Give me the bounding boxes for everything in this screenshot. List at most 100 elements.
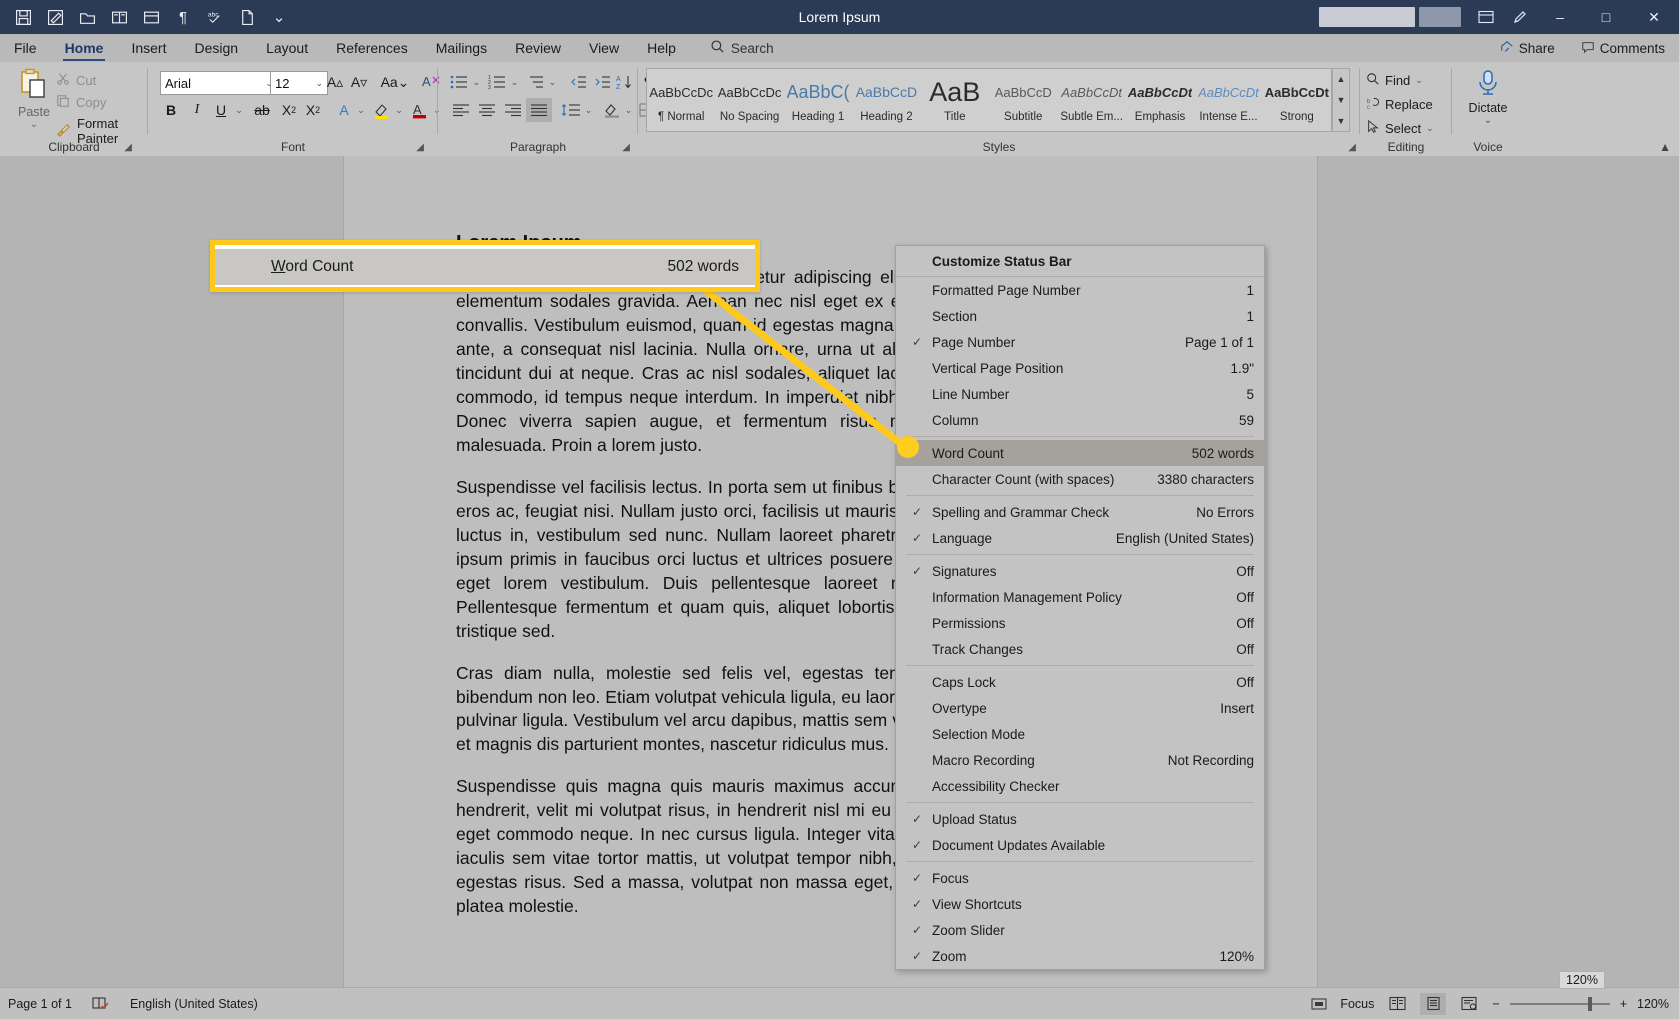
shrink-font-icon[interactable]: A▿ xyxy=(348,71,370,93)
replace-button[interactable]: bc Replace xyxy=(1366,96,1433,113)
tab-review[interactable]: Review xyxy=(501,34,575,62)
styles-gallery[interactable]: AaBbCcDc ¶ Normal AaBbCcDc No Spacing AaBb… xyxy=(646,68,1332,132)
line-spacing-icon[interactable] xyxy=(558,98,584,122)
dictate-button[interactable]: Dictate ⌄ xyxy=(1462,68,1514,126)
maximize-button[interactable]: □ xyxy=(1583,0,1629,34)
proofing-errors-icon[interactable] xyxy=(90,994,112,1014)
open-folder-icon[interactable] xyxy=(72,4,102,30)
read-mode-view-button[interactable] xyxy=(1384,993,1410,1015)
paragraph-dialog-launcher-icon[interactable]: ◢ xyxy=(622,142,630,153)
menu-item[interactable]: ✓ Upload Status xyxy=(896,806,1264,832)
text-effects-chevron-down-icon[interactable]: ⌄ xyxy=(354,98,368,122)
share-button[interactable]: Share xyxy=(1492,38,1563,59)
menu-item[interactable]: ✓ Page Number Page 1 of 1 xyxy=(896,329,1264,355)
menu-item[interactable]: Track Changes Off xyxy=(896,636,1264,662)
font-name-combo[interactable]: Arial ⌄ xyxy=(160,71,278,95)
style-heading-1[interactable]: AaBbC(Heading 1 xyxy=(784,69,852,131)
cut-button[interactable]: Cut xyxy=(56,72,96,89)
quick-access-toolbar[interactable]: ¶ abc ⌄ xyxy=(0,4,294,30)
print-preview-icon[interactable] xyxy=(136,4,166,30)
style-strong[interactable]: AaBbCcDt Strong xyxy=(1263,69,1331,131)
menu-item[interactable]: ✓ Spelling and Grammar Check No Errors xyxy=(896,499,1264,525)
text-effects-icon[interactable]: A xyxy=(332,98,356,122)
paste-chevron-down-icon[interactable]: ⌄ xyxy=(8,119,60,130)
customize-qat-chevron-down-icon[interactable]: ⌄ xyxy=(264,4,294,30)
multilevel-list-icon[interactable] xyxy=(524,71,546,93)
clipboard-dialog-launcher-icon[interactable]: ◢ xyxy=(124,142,132,153)
pen-icon[interactable] xyxy=(1503,0,1537,34)
numbering-icon[interactable]: 123 xyxy=(486,71,508,93)
style-subtitle[interactable]: AaBbCcD Subtitle xyxy=(989,69,1057,131)
zoom-slider-thumb[interactable] xyxy=(1587,996,1592,1011)
bullets-icon[interactable] xyxy=(448,71,470,93)
chevron-down-icon[interactable]: ⌄ xyxy=(315,78,323,89)
menu-item[interactable]: Word Count 502 words xyxy=(896,440,1264,466)
dictate-chevron-down-icon[interactable]: ⌄ xyxy=(1462,115,1514,126)
close-button[interactable]: ✕ xyxy=(1629,0,1679,34)
grow-font-icon[interactable]: A▵ xyxy=(324,71,346,93)
align-left-icon[interactable] xyxy=(448,98,474,122)
menu-item[interactable]: ✓ Language English (United States) xyxy=(896,525,1264,551)
scroll-up-icon[interactable]: ▲ xyxy=(1337,69,1346,89)
align-right-icon[interactable] xyxy=(500,98,526,122)
menu-item[interactable]: ✓ Focus xyxy=(896,865,1264,891)
menu-item[interactable]: Macro Recording Not Recording xyxy=(896,747,1264,773)
collapse-ribbon-icon[interactable]: ▲ xyxy=(1659,140,1671,154)
menu-item[interactable]: Character Count (with spaces) 3380 charac… xyxy=(896,466,1264,492)
menu-item[interactable]: ✓ Document Updates Available xyxy=(896,832,1264,858)
select-button[interactable]: Select ⌄ xyxy=(1366,119,1434,137)
menu-item[interactable]: Section 1 xyxy=(896,303,1264,329)
font-size-combo[interactable]: 12 ⌄ xyxy=(270,71,328,95)
menu-item[interactable]: ✓ Signatures Off xyxy=(896,558,1264,584)
increase-indent-icon[interactable] xyxy=(590,71,614,93)
menu-item[interactable]: Selection Mode xyxy=(896,721,1264,747)
menu-item[interactable]: Permissions Off xyxy=(896,610,1264,636)
style-emphasis[interactable]: AaBbCcDt Emphasis xyxy=(1126,69,1194,131)
find-button[interactable]: Find ⌄ xyxy=(1366,72,1423,89)
tab-insert[interactable]: Insert xyxy=(117,34,180,62)
menu-item[interactable]: Information Management Policy Off xyxy=(896,584,1264,610)
tab-home[interactable]: Home xyxy=(51,34,118,62)
web-layout-view-button[interactable] xyxy=(1456,993,1482,1015)
tab-mailings[interactable]: Mailings xyxy=(422,34,501,62)
bullets-chevron-down-icon[interactable]: ⌄ xyxy=(470,71,483,93)
bold-icon[interactable]: B xyxy=(160,98,182,122)
style-title[interactable]: AaB Title xyxy=(921,69,989,131)
shading-icon[interactable] xyxy=(600,98,624,122)
save-icon[interactable] xyxy=(8,4,38,30)
ribbon-display-options-icon[interactable] xyxy=(1469,0,1503,34)
menu-item[interactable]: Caps Lock Off xyxy=(896,669,1264,695)
copy-button[interactable]: Copy xyxy=(56,94,106,111)
zoom-in-button[interactable]: + xyxy=(1620,997,1627,1011)
styles-gallery-scrollbar[interactable]: ▲ ▼ ▼ xyxy=(1332,68,1350,132)
style-heading-2[interactable]: AaBbCcD Heading 2 xyxy=(852,69,920,131)
tab-layout[interactable]: Layout xyxy=(252,34,322,62)
menu-item[interactable]: Formatted Page Number 1 xyxy=(896,277,1264,303)
focus-mode-icon[interactable] xyxy=(1308,994,1330,1014)
menu-item[interactable]: Overtype Insert xyxy=(896,695,1264,721)
select-chevron-down-icon[interactable]: ⌄ xyxy=(1426,123,1434,134)
menu-item[interactable]: ✓ Zoom Slider xyxy=(896,917,1264,943)
search-box[interactable]: Search xyxy=(710,39,774,57)
decrease-indent-icon[interactable] xyxy=(566,71,590,93)
strikethrough-icon[interactable]: ab xyxy=(250,98,274,122)
multilevel-chevron-down-icon[interactable]: ⌄ xyxy=(546,71,559,93)
align-center-icon[interactable] xyxy=(474,98,500,122)
superscript-icon[interactable]: X2 xyxy=(302,98,324,122)
formatting-marks-icon[interactable]: ¶ xyxy=(168,4,198,30)
menu-item[interactable]: Line Number 5 xyxy=(896,381,1264,407)
styles-more-icon[interactable]: ▼ xyxy=(1337,111,1346,131)
print-layout-view-button[interactable] xyxy=(1420,992,1447,1015)
justify-icon[interactable] xyxy=(526,98,552,122)
tab-file[interactable]: File xyxy=(0,34,51,62)
find-chevron-down-icon[interactable]: ⌄ xyxy=(1415,75,1423,86)
styles-dialog-launcher-icon[interactable]: ◢ xyxy=(1348,142,1356,153)
menu-item[interactable]: ✓ View Shortcuts xyxy=(896,891,1264,917)
underline-chevron-down-icon[interactable]: ⌄ xyxy=(232,98,246,122)
autosave-icon[interactable] xyxy=(40,4,70,30)
tab-view[interactable]: View xyxy=(575,34,633,62)
spelling-check-icon[interactable]: abc xyxy=(200,4,230,30)
status-language[interactable]: English (United States) xyxy=(130,997,258,1011)
menu-item[interactable]: Column 59 xyxy=(896,407,1264,433)
tab-references[interactable]: References xyxy=(322,34,422,62)
